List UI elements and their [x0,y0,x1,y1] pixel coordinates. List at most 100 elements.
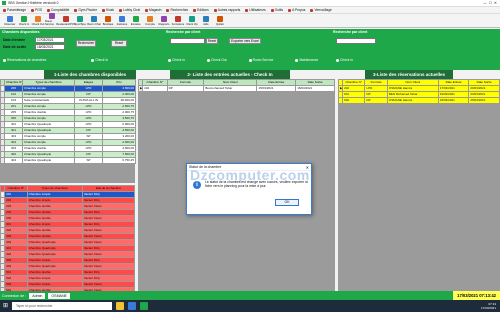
row-selector[interactable]: ▶ [137,85,144,92]
toolbar-button[interactable]: Room Chat [87,16,101,27]
toolbar-button[interactable]: Compta [143,16,157,27]
menu-label: A Propos [292,8,306,12]
search-button[interactable]: Rechercher [76,40,96,47]
reservation-search-input[interactable] [336,38,376,44]
table-cell[interactable]: 25/03/2021 [468,97,500,104]
radio-option[interactable]: Réservations de chambres [3,58,46,62]
menu-item[interactable]: A Propos [288,8,305,12]
toolbar-button[interactable]: Check In [17,16,31,27]
toolbar-button[interactable]: Client Vip [185,16,199,27]
table-cell[interactable]: DP [364,97,388,104]
toolbar-button[interactable]: Réserver [3,16,17,27]
toolbar-label: Factures [116,23,128,26]
menu-label: Outils [274,8,284,12]
menu-item[interactable]: Paramétrage [3,8,26,12]
date-sortie-input[interactable]: 18/03/2021 [35,44,65,50]
table-cell[interactable]: Chambre Quadruple [22,157,75,164]
toolbar-button[interactable]: Factures [115,16,129,27]
column-header[interactable]: Chambre N° [4,185,28,192]
toolbar-button[interactable]: Gym/Spa [73,16,87,27]
menu-item[interactable]: Comptabilité [47,8,69,12]
table-cell[interactable]: 6.750,25 [102,157,136,164]
left-radio-group: Réservations de chambres Check In [3,58,108,62]
export-excel-button[interactable]: Exporter vers Excel [229,38,261,44]
table-cell[interactable]: DP [166,85,205,92]
radio-option[interactable]: Check Out [207,58,227,62]
row-selector[interactable]: ▶ [0,191,6,198]
menu-label: Verrouillage [314,8,332,12]
toolbar-button[interactable]: Aide [199,16,213,27]
menu-item[interactable]: Outils [270,8,284,12]
menu-item[interactable]: Kiosk [102,8,114,12]
row-selector[interactable]: ▶ [0,85,5,92]
radio-option[interactable]: Check In [91,58,108,62]
radio-circle [295,58,299,62]
table-cell[interactable]: 15/03/2021 [256,85,297,92]
dialog-ok-button[interactable]: OK [275,199,299,206]
toolbar-label: Encaiss. [130,23,142,26]
toolbar-button[interactable]: Rapports [157,16,171,27]
menu-item[interactable]: Gym-Piscine [74,8,97,12]
menu-item[interactable]: Recherches [166,8,188,12]
toolbar-button[interactable]: Quitter [213,16,227,27]
table-row[interactable]: 404 Chambre Quadruple SP 6.750,25 [0,157,136,164]
toolbar-button[interactable]: Check Out [31,16,45,27]
taskbar-search-input[interactable]: Taper ici pour rechercher [12,302,113,310]
menu-item[interactable]: Utilisateurs [245,8,266,12]
browser-icon[interactable] [128,302,137,310]
menu-item[interactable]: Verrouillage [310,8,332,12]
role-badge: Admin [29,292,46,299]
table-cell[interactable]: 602 [342,97,366,104]
reset-button[interactable]: Reset [111,40,127,47]
toolbar-button[interactable]: Fermeture [171,16,185,27]
menu-label: Autres rapports [217,8,241,12]
window-title: SBS Gestion Hôtelière version6.0 [8,1,59,5]
column-header[interactable]: Chambre N° [342,79,366,86]
row-selector[interactable]: ▶ [337,85,344,92]
app-taskbar-icon[interactable] [140,302,149,310]
table-cell[interactable]: 23/03/2021 [437,97,470,104]
available-rooms-table[interactable]: Chambre N° Types de chambres Etages Prix ▶ 20… [0,79,136,164]
menu-item[interactable]: POS [31,8,42,12]
room-status-table[interactable]: Chambre N° Types de chambres Etat de la ch… [0,185,136,294]
radio-label: Room Service [252,58,274,62]
radio-option[interactable]: Room Service [248,58,274,62]
table-row[interactable]: ▶ 104 DP Benmohamed Tahar 15/03/2021 16/03/20… [137,85,335,92]
table-cell[interactable]: 16/03/2021 [295,85,335,92]
menu-icon [193,8,197,12]
window-controls[interactable]: — ☐ ✕ [483,1,500,5]
reservations-table[interactable]: Chambre N° Formule Nom Client Date Entrée Da… [337,79,500,104]
table-row[interactable]: 602 DP OSMANE Hamza 23/03/2021 25/03/2021 [337,97,500,104]
menu-icon [119,8,123,12]
menu-item[interactable]: Editions [193,8,209,12]
menu-label: Lobby Chat [123,8,140,12]
menu-icon [310,8,314,12]
menu-item[interactable]: Autres rapports [213,8,241,12]
menu-icon [270,8,274,12]
radio-label: Réservations de chambres [7,58,47,62]
windows-start-icon[interactable]: ⊞ [3,302,8,310]
right-radio-group: Check In [336,58,353,62]
user-badge: OSMANE [48,292,70,299]
table-cell[interactable]: OSMANE Hamza [386,97,439,104]
radio-circle [168,58,171,62]
toolbar-icon [161,16,167,22]
table-cell[interactable]: 104 [142,85,168,92]
column-header[interactable]: Chambre N° [4,79,23,86]
toolbar-button[interactable]: Encaiss. [129,16,143,27]
date-entree-input[interactable]: 17/03/2021 [35,37,65,43]
checkin-table[interactable]: Chambre N° Formule Nom Client Date Entrée Da… [137,79,335,92]
table-cell[interactable]: SP [74,157,103,164]
toolbar-button[interactable]: Restaurant/POS [56,16,76,27]
table-cell[interactable]: Benmohamed Tahar [203,85,258,92]
radio-option[interactable]: Check In [168,58,185,62]
client-search-input[interactable] [170,38,205,44]
toolbar-button[interactable]: Boutique [101,16,115,27]
menu-item[interactable]: Magasin [144,8,161,12]
table-cell[interactable]: 404 [4,157,23,164]
radio-option[interactable]: Maintenance [295,58,318,62]
explorer-icon[interactable] [116,302,125,310]
menu-item[interactable]: Lobby Chat [119,8,140,12]
radio-option[interactable]: Check In [336,58,353,62]
client-reset-button[interactable]: Reset [206,38,218,44]
